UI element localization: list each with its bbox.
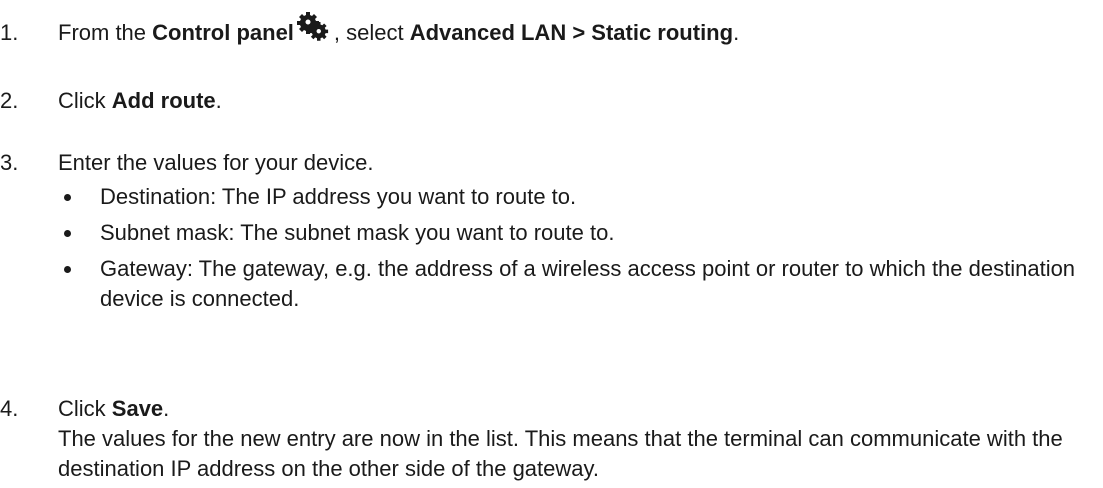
step-note: The values for the new entry are now in … <box>58 426 1063 481</box>
add-route-label: Add route <box>111 88 216 113</box>
step-number: 2. <box>0 88 19 113</box>
menu-path-label: Advanced LAN > Static routing <box>409 20 734 45</box>
step-text: Click Add route. <box>58 88 222 113</box>
bullet-icon <box>64 266 71 273</box>
instructions-document: 1. From the Control panel, select Advanc… <box>0 0 1103 488</box>
field-list: Destination: The IP address you want to … <box>58 182 1097 320</box>
step-text: Click Save. The values for the new entry … <box>58 396 1063 481</box>
bullet-icon <box>64 194 71 201</box>
list-item: Gateway: The gateway, e.g. the address o… <box>58 254 1097 314</box>
gear-icon <box>296 12 332 48</box>
list-item: Destination: The IP address you want to … <box>58 182 1097 212</box>
list-item: Subnet mask: The subnet mask you want to… <box>58 218 1097 248</box>
bullet-icon <box>64 230 71 237</box>
save-label: Save <box>111 396 164 421</box>
step-text: From the Control panel, select Advanced … <box>58 12 1097 48</box>
step-text: Enter the values for your device. <box>58 150 374 175</box>
step-number: 3. <box>0 150 19 175</box>
step-number: 1. <box>0 20 19 45</box>
control-panel-label: Control panel <box>152 20 294 45</box>
step-number: 4. <box>0 396 19 421</box>
